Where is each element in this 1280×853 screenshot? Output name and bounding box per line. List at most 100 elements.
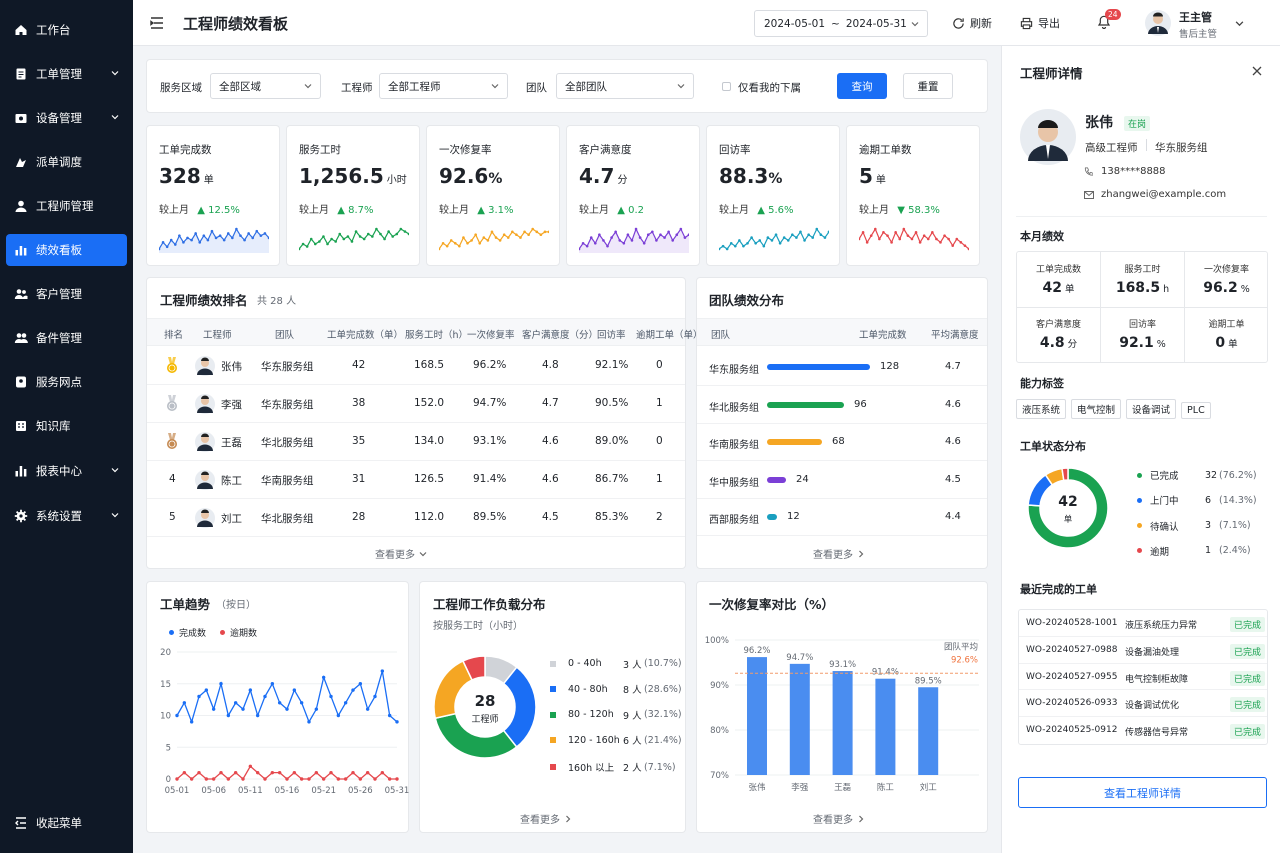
- bar-value-label: 94.7%: [786, 653, 813, 663]
- recent-title: 最近完成的工单: [1020, 583, 1097, 596]
- sparkline-point: [935, 237, 938, 241]
- ranking-header: 回访率: [597, 330, 626, 341]
- collapse-menu-button[interactable]: 收起菜单: [6, 807, 127, 839]
- sparkline-point: [466, 241, 469, 245]
- team-row[interactable]: 华南服务组 68 4.6: [697, 425, 987, 461]
- status-label: 已完成: [1150, 471, 1179, 482]
- kpi-compare: 较上月 ▲ 0.2: [579, 201, 644, 216]
- sparkline-point: [593, 241, 597, 245]
- sidebar-item-1[interactable]: 工单管理: [6, 58, 127, 90]
- sparkline-point: [799, 230, 802, 234]
- y-tick-label: 90%: [710, 681, 729, 691]
- region-filter-label: 服务区域: [160, 82, 202, 94]
- engineer-name: 张伟: [221, 361, 242, 373]
- sidebar-item-5[interactable]: 绩效看板: [6, 234, 127, 266]
- engineer-select[interactable]: 全部工程师: [379, 73, 508, 99]
- perf-value: 42: [1042, 280, 1062, 296]
- view-engineer-detail-button[interactable]: 查看工程师详情: [1018, 777, 1267, 808]
- x-tick-label: 05-31: [385, 786, 409, 796]
- satisfaction: 4.8: [542, 359, 559, 371]
- trend-line-chart: 0 5 10 15 20 05-01 05-06 05-11 05-16 05-21 05-26 05…: [160, 648, 409, 796]
- sparkline-point: [729, 241, 733, 245]
- fix-rate: 89.5%: [473, 511, 507, 523]
- workload-more-link[interactable]: 查看更多: [520, 811, 572, 826]
- printer-icon: [1020, 17, 1033, 29]
- kpi-card: 服务工时 1,256.5 小时 较上月 ▲ 8.7%: [286, 125, 420, 266]
- sidebar-item-2[interactable]: 设备管理: [6, 102, 127, 134]
- date-range-picker[interactable]: 2024-05-01 ~ 2024-05-31: [754, 10, 928, 37]
- menu-toggle-icon[interactable]: [150, 16, 164, 30]
- done-count: 28: [352, 511, 366, 523]
- divider: [1146, 139, 1147, 151]
- sidebar-item-9[interactable]: 知识库: [6, 410, 127, 442]
- sparkline-point: [815, 227, 819, 231]
- team-row[interactable]: 华北服务组 96 4.6: [697, 388, 987, 424]
- reset-button[interactable]: 重置: [903, 73, 953, 99]
- team-avg-sat: 4.6: [945, 398, 961, 410]
- table-row[interactable]: 李强 华东服务组 38 152.0 94.7% 4.7 90.5% 1: [147, 385, 685, 423]
- recent-order-row[interactable]: WO-20240527-0955 电气控制柜故障 已完成: [1019, 664, 1267, 691]
- sidebar-item-11[interactable]: 系统设置: [6, 500, 127, 532]
- triangle-up-icon: ▲: [477, 205, 485, 216]
- team-select[interactable]: 全部团队: [556, 73, 694, 99]
- team-row[interactable]: 华东服务组 128 4.7: [697, 350, 987, 386]
- sidebar-item-6[interactable]: 客户管理: [6, 278, 127, 310]
- sparkline-point: [910, 237, 914, 241]
- data-point: [373, 694, 377, 699]
- sparkline-point: [301, 242, 305, 246]
- sidebar-item-3[interactable]: 派单调度: [6, 146, 127, 178]
- perf-unit: %: [1156, 339, 1166, 350]
- trend-chart-title: 工单趋势: [160, 597, 211, 612]
- sparkline-point: [581, 241, 585, 245]
- data-point: [365, 770, 370, 775]
- table-row[interactable]: 4 陈工 华南服务组 31 126.5 91.4% 4.6 86.7% 1: [147, 461, 685, 499]
- team-row[interactable]: 西部服务组 12 4.4: [697, 500, 987, 536]
- kpi-compare-label: 较上月: [439, 205, 469, 216]
- legend-swatch: [550, 737, 556, 743]
- sidebar-item-4[interactable]: 工程师管理: [6, 190, 127, 222]
- ranking-more-link[interactable]: 查看更多: [375, 546, 427, 561]
- sparkline-point: [667, 230, 670, 234]
- sidebar-item-10[interactable]: 报表中心: [6, 455, 127, 487]
- recent-order-row[interactable]: WO-20240525-0912 传感器信号异常 已完成: [1019, 717, 1267, 744]
- sparkline-point: [198, 241, 202, 244]
- user-menu-chevron-icon[interactable]: [1235, 19, 1244, 28]
- sparkline-point: [795, 236, 798, 239]
- sparkline-point: [963, 244, 967, 247]
- sparkline-point: [453, 241, 457, 245]
- data-point: [219, 770, 223, 775]
- sparkline-point: [535, 230, 539, 234]
- export-button[interactable]: 导出: [1020, 15, 1060, 31]
- done-count: 42: [352, 359, 366, 371]
- recent-order-row[interactable]: WO-20240528-1001 液压系统压力异常 已完成: [1019, 610, 1267, 637]
- only-mine-checkbox[interactable]: [722, 82, 731, 91]
- query-button[interactable]: 查询: [837, 73, 887, 99]
- team-row[interactable]: 华中服务组 24 4.5: [697, 463, 987, 499]
- sidebar-item-0[interactable]: 工作台: [6, 14, 127, 46]
- notification-button[interactable]: 24: [1097, 9, 1121, 32]
- sparkline-point: [330, 237, 333, 241]
- team-more-link[interactable]: 查看更多: [813, 546, 865, 561]
- sidebar-item-8[interactable]: 服务网点: [6, 366, 127, 398]
- recent-order-row[interactable]: WO-20240527-0988 设备漏油处理 已完成: [1019, 637, 1267, 664]
- ranking-header: 逾期工单（单）: [636, 330, 703, 341]
- sparkline-point: [342, 237, 346, 241]
- table-row[interactable]: 5 刘工 华北服务组 28 112.0 89.5% 4.5 85.3% 2: [147, 499, 685, 537]
- engineer-avatar-icon: [195, 470, 215, 490]
- refresh-button[interactable]: 刷新: [952, 15, 992, 31]
- legend-dot-done: [169, 630, 174, 635]
- table-row[interactable]: 张伟 华东服务组 42 168.5 96.2% 4.8 92.1% 0: [147, 347, 685, 385]
- region-select[interactable]: 全部区域: [210, 73, 321, 99]
- user-avatar[interactable]: [1145, 9, 1171, 37]
- sparkline-point: [890, 241, 893, 244]
- table-row[interactable]: 王磊 华北服务组 35 134.0 93.1% 4.6 89.0% 0: [147, 423, 685, 461]
- sparkline-point: [766, 236, 770, 239]
- fix-rate-more-link[interactable]: 查看更多: [813, 811, 865, 826]
- sparkline-point: [642, 241, 646, 245]
- data-point: [299, 777, 304, 781]
- recent-order-row[interactable]: WO-20240526-0933 设备调试优化 已完成: [1019, 690, 1267, 718]
- kpi-value: 92.6%: [439, 164, 502, 188]
- sparkline-point: [350, 240, 354, 243]
- close-icon[interactable]: [1252, 66, 1262, 76]
- sidebar-item-7[interactable]: 备件管理: [6, 322, 127, 354]
